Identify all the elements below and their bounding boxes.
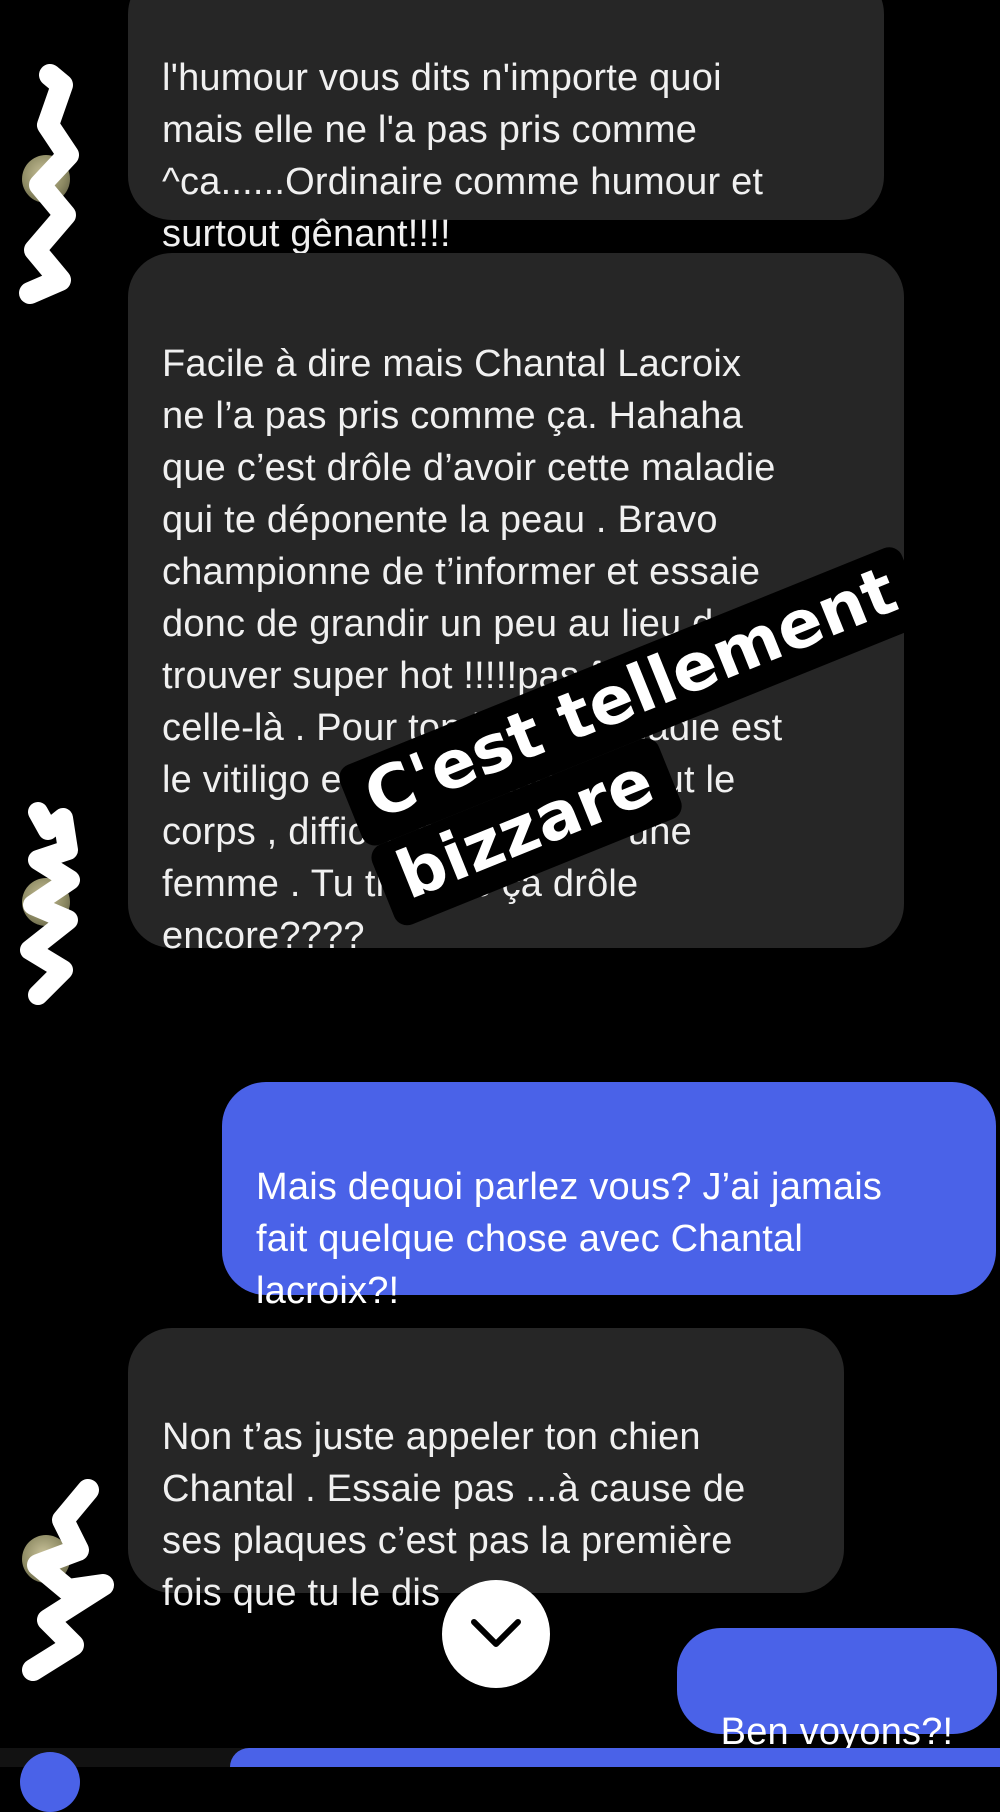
message-text: Mais dequoi parlez vous? J’ai jamais fai… (256, 1166, 883, 1312)
message-text: l'humour vous dits n'importe quoi mais e… (162, 57, 764, 255)
message-bubble-outgoing: Ben voyons?! (677, 1628, 997, 1753)
message-bubble-incoming: l'humour vous dits n'importe quoi mais e… (128, 0, 884, 255)
message-text: Ben voyons?! (720, 1711, 954, 1753)
composer-highlight (230, 1748, 1000, 1767)
redaction-scribble (20, 802, 80, 1005)
chevron-down-icon (471, 1619, 521, 1647)
redaction-scribble (19, 64, 79, 304)
message-bubble-outgoing: Mais dequoi parlez vous? J’ai jamais fai… (222, 1082, 996, 1312)
message-text: Non t’as juste appeler ton chien Chantal… (162, 1416, 746, 1614)
camera-button[interactable] (20, 1752, 80, 1812)
scroll-down-button[interactable] (442, 1580, 550, 1688)
redaction-scribble (22, 1479, 114, 1681)
message-bubble-incoming: Non t’as juste appeler ton chien Chantal… (128, 1328, 844, 1614)
